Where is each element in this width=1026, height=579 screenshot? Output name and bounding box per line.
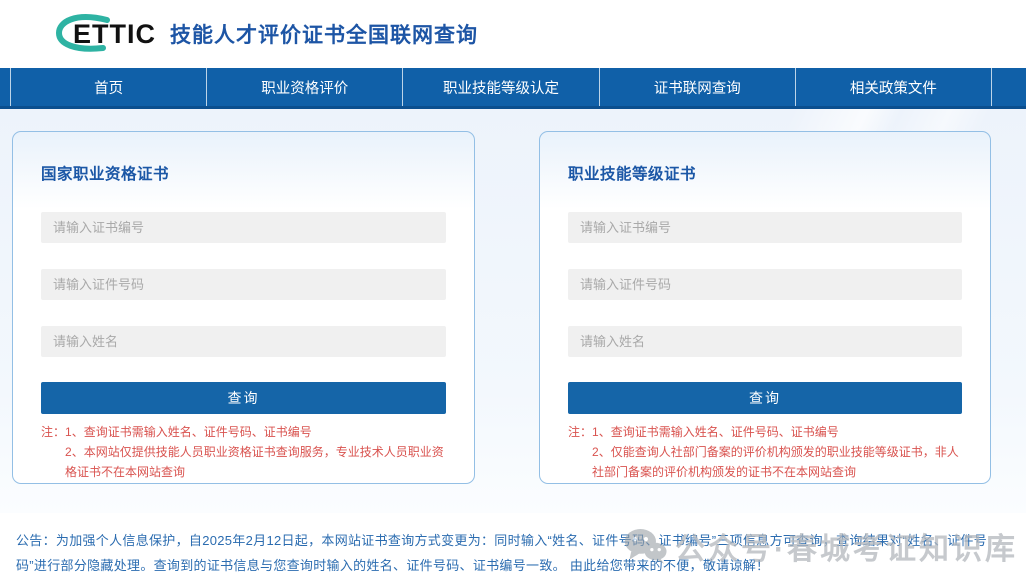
panel-skill-level-certificate: 职业技能等级证书 查询 注： 1、查询证书需输入姓名、证件号码、证书编号 2、仅… <box>539 131 991 484</box>
name-input-national[interactable] <box>41 326 446 357</box>
site-title: 技能人才评价证书全国联网查询 <box>170 19 478 49</box>
note-line: 2、仅能查询人社部门备案的评价机构颁发的职业技能等级证书，非人社部门备案的评价机… <box>592 443 962 483</box>
note-items: 1、查询证书需输入姓名、证件号码、证书编号 2、仅能查询人社部门备案的评价机构颁… <box>592 423 962 482</box>
nav-item-certificate-query[interactable]: 证书联网查询 <box>600 68 796 106</box>
id-number-input-national[interactable] <box>41 269 446 300</box>
query-button-national[interactable]: 查询 <box>41 382 446 414</box>
site-header: ETTIC 技能人才评价证书全国联网查询 <box>0 0 1026 68</box>
ettic-logo: ETTIC <box>55 14 156 54</box>
content: 国家职业资格证书 查询 注： 1、查询证书需输入姓名、证件号码、证书编号 2、本… <box>0 109 1026 513</box>
panel-title: 国家职业资格证书 <box>41 162 446 184</box>
nav-item-skill-level-certification[interactable]: 职业技能等级认定 <box>403 68 599 106</box>
certificate-number-input-skill[interactable] <box>568 212 962 243</box>
panel-notes: 注： 1、查询证书需输入姓名、证件号码、证书编号 2、本网站仅提供技能人员职业资… <box>41 423 446 482</box>
note-items: 1、查询证书需输入姓名、证件号码、证书编号 2、本网站仅提供技能人员职业资格证书… <box>65 423 446 482</box>
panel-title: 职业技能等级证书 <box>568 162 962 184</box>
main-nav: 首页 职业资格评价 职业技能等级认定 证书联网查询 相关政策文件 <box>0 68 1026 109</box>
announcement: 公告：为加强个人信息保护，自2025年2月12日起，本网站证书查询方式变更为：同… <box>0 513 1026 579</box>
logo-text: ETTIC <box>73 19 156 50</box>
id-number-input-skill[interactable] <box>568 269 962 300</box>
nav-item-policy-documents[interactable]: 相关政策文件 <box>796 68 992 106</box>
note-prefix: 注： <box>41 423 65 482</box>
panel-notes: 注： 1、查询证书需输入姓名、证件号码、证书编号 2、仅能查询人社部门备案的评价… <box>568 423 962 482</box>
note-line: 1、查询证书需输入姓名、证件号码、证书编号 <box>592 423 962 443</box>
note-line: 2、本网站仅提供技能人员职业资格证书查询服务，专业技术人员职业资格证书不在本网站… <box>65 443 446 483</box>
announcement-text: 公告：为加强个人信息保护，自2025年2月12日起，本网站证书查询方式变更为：同… <box>16 528 1010 579</box>
certificate-number-input-national[interactable] <box>41 212 446 243</box>
panel-national-qualification-certificate: 国家职业资格证书 查询 注： 1、查询证书需输入姓名、证件号码、证书编号 2、本… <box>12 131 475 484</box>
query-button-skill[interactable]: 查询 <box>568 382 962 414</box>
nav-left-stub <box>0 68 11 106</box>
nav-item-home[interactable]: 首页 <box>11 68 207 106</box>
note-prefix: 注： <box>568 423 592 482</box>
name-input-skill[interactable] <box>568 326 962 357</box>
nav-right-stub <box>992 68 1026 106</box>
nav-item-qualification-evaluation[interactable]: 职业资格评价 <box>207 68 403 106</box>
note-line: 1、查询证书需输入姓名、证件号码、证书编号 <box>65 423 446 443</box>
